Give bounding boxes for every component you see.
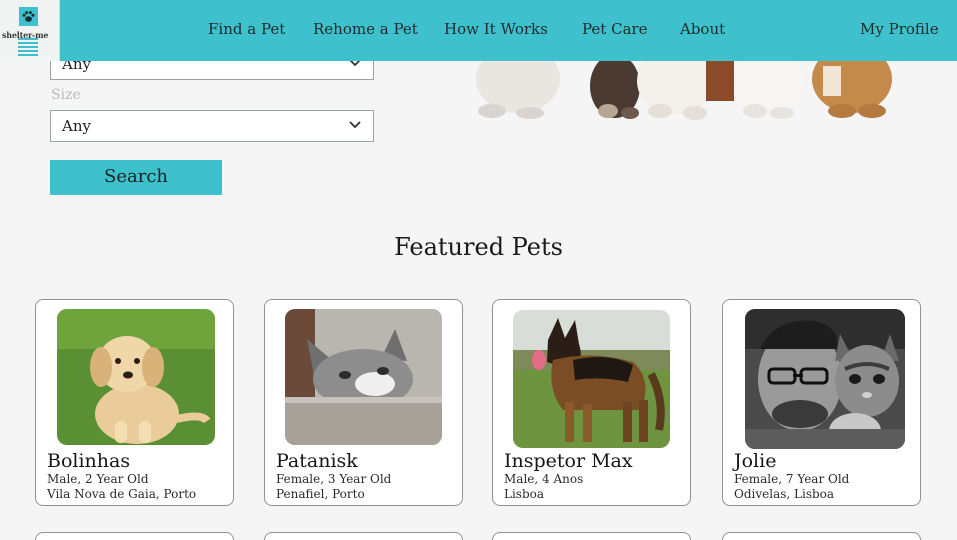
top-navbar: shelter-me Find a Pet Rehome a Pet How I… [0, 0, 957, 61]
pet-photo-cat [285, 309, 442, 445]
pet-location: Odivelas, Lisboa [734, 487, 835, 501]
nav-how-it-works[interactable]: How It Works [444, 20, 548, 38]
pet-photo-german-shepherd [513, 310, 670, 448]
logo-stripes [18, 38, 38, 58]
search-button[interactable]: Search [50, 160, 222, 195]
pet-name: Bolinhas [47, 450, 131, 472]
chevron-down-icon [349, 121, 361, 129]
size-select[interactable]: Any [50, 110, 374, 142]
pet-details: Female, 7 Year Old [734, 472, 850, 486]
nav-my-profile[interactable]: My Profile [860, 20, 939, 38]
size-select-value: Any [62, 117, 91, 135]
pet-card-jolie[interactable]: Jolie Female, 7 Year Old Odivelas, Lisbo… [722, 299, 921, 506]
pet-photo-puppy [57, 309, 215, 445]
pet-photo-man-with-cat [745, 309, 905, 449]
pet-name: Patanisk [276, 450, 358, 472]
pet-name: Inspetor Max [504, 450, 633, 472]
pet-details: Male, 2 Year Old [47, 472, 149, 486]
shelter-me-logo[interactable]: shelter-me [0, 0, 60, 61]
featured-pets-title: Featured Pets [394, 233, 563, 261]
pet-card-patanisk[interactable]: Patanisk Female, 3 Year Old Penafiel, Po… [264, 299, 463, 506]
hero-pets-image [470, 61, 900, 123]
pet-name: Jolie [734, 450, 777, 472]
size-label: Size [51, 87, 81, 103]
pet-card-next-row[interactable] [264, 532, 463, 540]
pet-card-next-row[interactable] [722, 532, 921, 540]
pet-card-inspetor-max[interactable]: Inspetor Max Male, 4 Anos Lisboa [492, 299, 691, 506]
pet-details: Female, 3 Year Old [276, 472, 392, 486]
pet-card-next-row[interactable] [492, 532, 691, 540]
nav-pet-care[interactable]: Pet Care [582, 20, 648, 38]
pet-card-next-row[interactable] [35, 532, 234, 540]
pet-location: Vila Nova de Gaia, Porto [47, 487, 197, 501]
paw-icon [19, 7, 38, 26]
nav-about[interactable]: About [680, 20, 725, 38]
pet-details: Male, 4 Anos [504, 472, 584, 486]
pet-location: Lisboa [504, 487, 545, 501]
pet-location: Penafiel, Porto [276, 487, 365, 501]
nav-find-a-pet[interactable]: Find a Pet [208, 20, 285, 38]
nav-rehome-a-pet[interactable]: Rehome a Pet [313, 20, 418, 38]
pet-card-bolinhas[interactable]: Bolinhas Male, 2 Year Old Vila Nova de G… [35, 299, 234, 506]
